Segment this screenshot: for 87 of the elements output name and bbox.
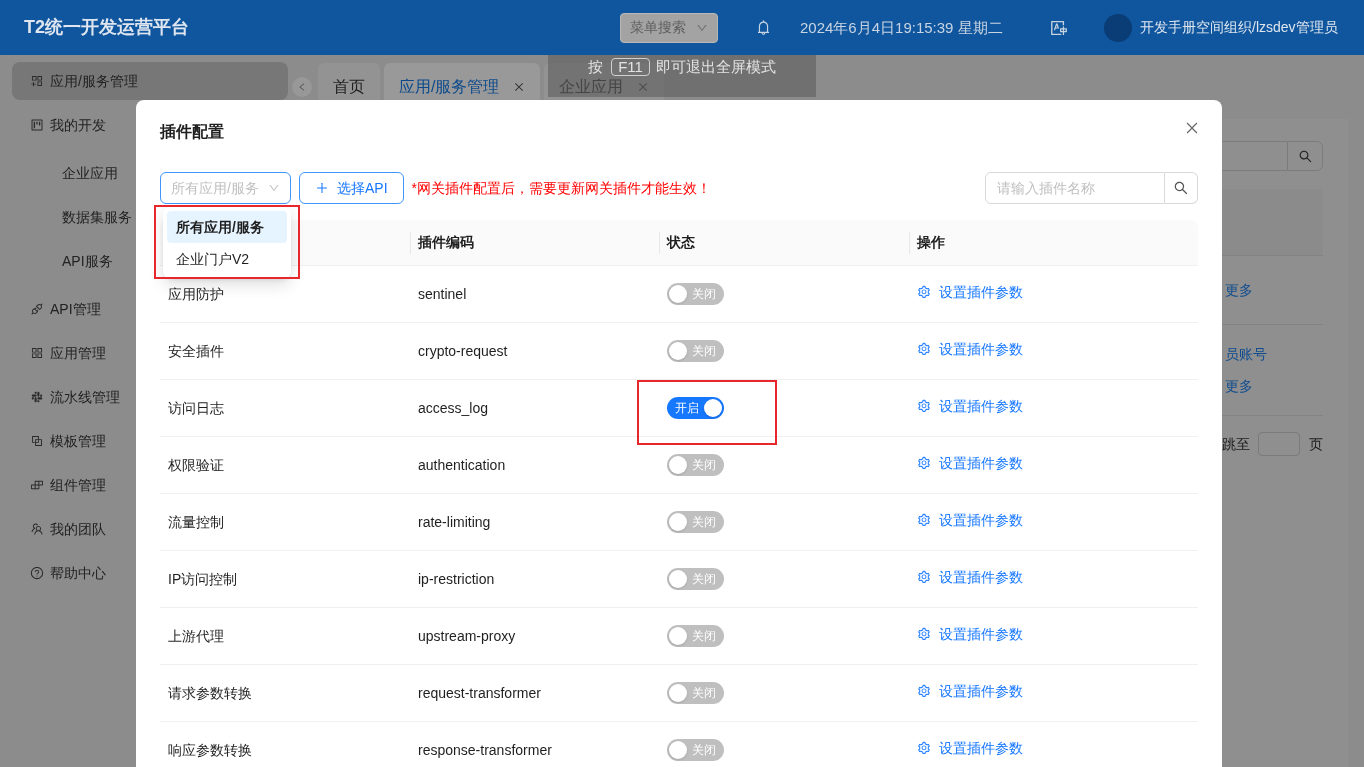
set-params-link[interactable]: 设置插件参数 [917,680,1023,702]
search-icon [1297,148,1313,164]
set-params-link[interactable]: 设置插件参数 [917,509,1023,531]
toggle-switch[interactable]: 开启 [667,397,724,419]
key-cap: F11 [611,58,650,76]
column-header: 操作 [917,233,945,252]
jump-label: 跳至 [1222,434,1250,454]
page-unit-label: 页 [1309,434,1323,454]
sidebar-item[interactable]: 我的团队 [12,510,108,548]
set-params-link[interactable]: 设置插件参数 [917,737,1023,759]
set-params-link[interactable]: 设置插件参数 [917,338,1023,360]
sidebar-item[interactable]: 组件管理 [12,466,108,504]
sidebar-item[interactable]: 流水线管理 [12,378,122,416]
sidebar-item[interactable]: API管理 [12,290,103,328]
sidebar-item[interactable]: 企业应用 [12,154,120,192]
close-icon [1184,120,1200,136]
settings-icon [917,342,931,357]
overlapping-squares-icon [30,434,44,448]
table-cell: authentication [418,457,506,473]
sidebar-item[interactable]: 应用/服务管理 [12,62,288,100]
sidebar-item[interactable]: 应用管理 [12,334,108,372]
table-link[interactable]: 更多 [1222,280,1323,300]
table-cell: 安全插件 [168,343,224,359]
table-link[interactable]: 员账号 [1222,344,1323,364]
notice-text: *网关插件配置后，需要更新网关插件才能生效！ [411,178,712,198]
bell-icon[interactable] [755,19,772,36]
table-cell: 流量控制 [168,514,224,530]
set-params-link[interactable]: 设置插件参数 [917,281,1023,303]
grid-icon [30,346,44,360]
table-cell: access_log [418,400,489,416]
board-icon [30,118,44,132]
sidebar-item[interactable]: 我的开发 [12,106,108,144]
table-cell: rate-limiting [418,514,491,530]
table-cell: request-transformer [418,685,541,701]
column-header: 状态 [667,233,695,252]
set-params-link[interactable]: 设置插件参数 [917,395,1023,417]
bricks-icon [30,478,44,492]
chevron-down-icon [268,182,280,194]
column-header: 插件编码 [418,233,474,252]
set-params-link[interactable]: 设置插件参数 [917,623,1023,645]
table-cell: 响应参数转换 [168,742,252,758]
chevron-left-icon [297,82,307,92]
settings-icon [917,684,931,699]
settings-icon [917,513,931,528]
select-api-button[interactable]: 选择API [299,172,404,204]
translate-icon[interactable] [1050,18,1068,37]
users-icon [30,522,44,536]
menu-search-select[interactable]: 菜单搜索 [620,12,718,43]
hash-icon [30,390,44,404]
table-cell: upstream-proxy [418,628,516,644]
table-cell: 应用防护 [168,286,224,302]
table-cell: IP访问控制 [168,571,238,587]
date-time: 2024年6月4日19:15:39 星期二 [800,18,1003,36]
sidebar-item[interactable]: 帮助中心 [12,554,108,592]
table-cell: ip-restriction [418,571,495,587]
table-cell: sentinel [418,286,467,302]
table-cell: crypto-request [418,343,508,359]
search-icon [1173,180,1189,196]
table-cell: 权限验证 [168,457,224,473]
set-params-link[interactable]: 设置插件参数 [917,452,1023,474]
close-icon[interactable] [513,81,526,93]
help-icon [30,566,44,580]
sidebar-item[interactable]: 模板管理 [12,422,108,460]
settings-icon [917,456,931,471]
search-button[interactable] [1287,141,1323,171]
settings-icon [917,741,931,756]
settings-icon [917,570,931,585]
table-cell: 上游代理 [168,628,224,644]
dropdown-option[interactable]: 所有应用/服务 [167,211,287,243]
plus-icon [315,181,329,195]
table-cell: 访问日志 [168,400,224,416]
app-title: T2统一开发运营平台 [24,17,189,37]
settings-icon [917,285,931,300]
plug-icon [30,302,44,316]
grid-plus-icon [30,74,44,88]
dropdown-option[interactable]: 企业门户V2 [167,243,287,275]
sidebar-item[interactable]: API服务 [12,242,115,280]
dialog-title: 插件配置 [160,122,224,142]
user-name[interactable]: 开发手册空间组织/lzsdev管理员 [1140,17,1338,38]
sidebar-item[interactable]: 数据集服务 [12,198,134,236]
table-link[interactable]: 更多 [1222,376,1323,396]
table-cell: 请求参数转换 [168,685,252,701]
settings-icon [917,627,931,642]
set-params-link[interactable]: 设置插件参数 [917,566,1023,588]
close-button[interactable] [1184,120,1200,136]
table-cell: response-transformer [418,742,552,758]
settings-icon [917,399,931,414]
